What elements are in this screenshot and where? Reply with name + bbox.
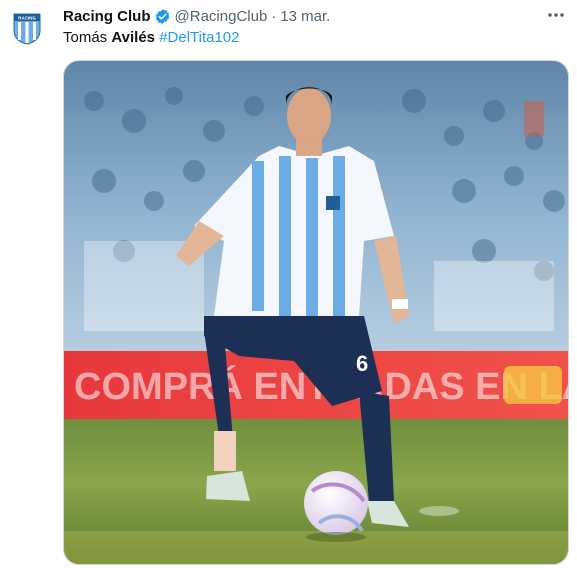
handle[interactable]: @RacingClub bbox=[175, 8, 268, 25]
hashtag-link[interactable]: #DelTita102 bbox=[159, 29, 239, 46]
match-photo: COMPRÁ ENTRADAS EN LA APP 6 bbox=[64, 61, 568, 564]
display-name[interactable]: Racing Club bbox=[63, 8, 151, 25]
tweet-text-plain: Tomás bbox=[63, 29, 112, 46]
avatar-badge-text: RACING bbox=[18, 16, 36, 21]
header-separator: · bbox=[271, 7, 277, 25]
tweet-text: Tomás Avilés #DelTita102 bbox=[63, 28, 240, 48]
jersey-number: 6 bbox=[356, 351, 368, 376]
tweet-text-bold: Avilés bbox=[111, 29, 155, 46]
tweet-header: Racing Club @RacingClub · 13 mar. bbox=[63, 6, 330, 26]
more-options-icon bbox=[548, 13, 564, 17]
avatar[interactable]: RACING bbox=[13, 13, 41, 45]
more-options-button[interactable] bbox=[545, 4, 567, 26]
tweet: RACING Racing Club @RacingClub · 13 mar.… bbox=[0, 0, 577, 568]
racing-crest-icon: RACING bbox=[13, 13, 41, 45]
verified-badge-icon bbox=[154, 8, 171, 25]
tweet-media[interactable]: COMPRÁ ENTRADAS EN LA APP 6 bbox=[63, 60, 569, 565]
tweet-date[interactable]: 13 mar. bbox=[280, 8, 330, 25]
